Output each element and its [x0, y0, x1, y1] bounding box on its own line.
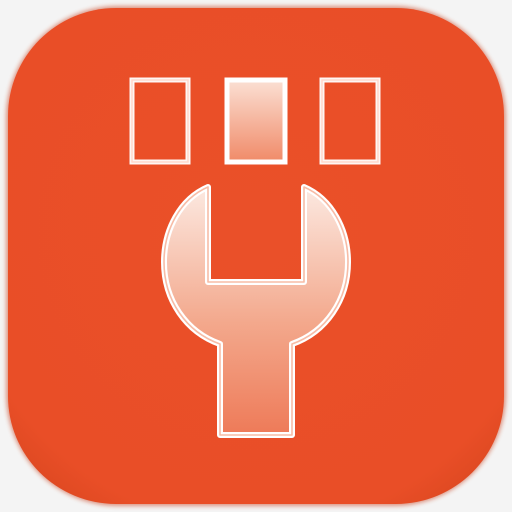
app-icon [6, 6, 506, 506]
app-icon-canvas [0, 0, 512, 512]
indicator-block-middle [224, 77, 288, 165]
